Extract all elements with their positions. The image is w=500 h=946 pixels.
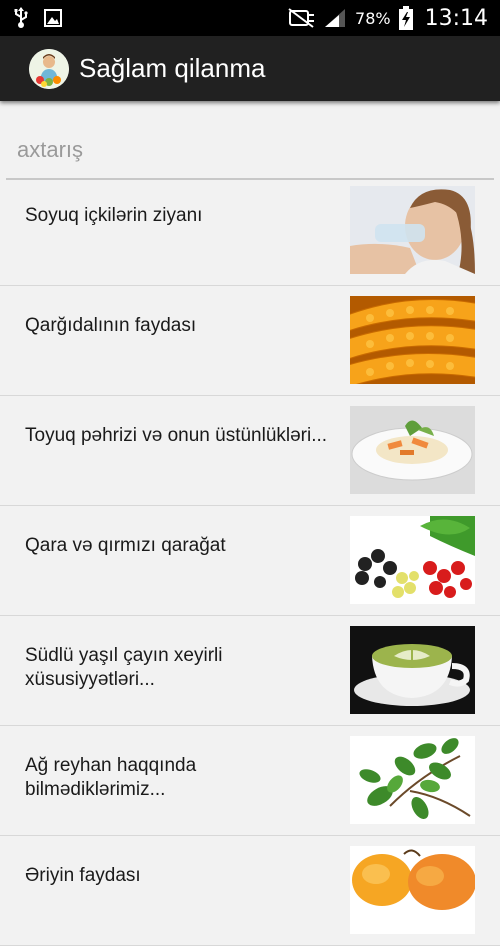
- status-bar: 78% 13:14: [0, 0, 500, 36]
- search-input[interactable]: [6, 122, 494, 178]
- article-list: Soyuq içkilərin ziyanı Qarğıdalının fayd…: [0, 176, 500, 946]
- list-item-title: Qara və qırmızı qarağat: [25, 535, 226, 556]
- app-title: Sağlam qilanma: [79, 53, 266, 83]
- list-item-image: [350, 736, 475, 824]
- list-item[interactable]: Qarğıdalının faydası: [0, 286, 500, 396]
- list-item[interactable]: Soyuq içkilərin ziyanı: [0, 176, 500, 286]
- list-item[interactable]: Ağ reyhan haqqında bilmədiklərimiz...: [0, 726, 500, 836]
- list-item[interactable]: Qara və qırmızı qarağat: [0, 506, 500, 616]
- battery-percent: 78%: [355, 8, 391, 28]
- list-item-image: [350, 296, 475, 384]
- list-item[interactable]: Əriyin faydası: [0, 836, 500, 946]
- list-item-title: Toyuq pəhrizi və onun üstünlükləri...: [25, 425, 328, 446]
- mute-icon: [287, 7, 315, 29]
- search-field[interactable]: [6, 122, 494, 180]
- image-icon: [44, 9, 62, 27]
- app-bar: Sağlam qilanma: [0, 36, 500, 101]
- list-item[interactable]: Toyuq pəhrizi və onun üstünlükləri...: [0, 396, 500, 506]
- list-item-title: Ağ reyhan haqqında bilmədiklərimiz...: [25, 755, 197, 800]
- list-item-image: [350, 406, 475, 494]
- list-item-image: [350, 516, 475, 604]
- list-item-title: Soyuq içkilərin ziyanı: [25, 205, 203, 226]
- list-item-image: [350, 626, 475, 714]
- list-item-image: [350, 846, 475, 934]
- clock: 13:14: [424, 5, 488, 31]
- list-item-title: Əriyin faydası: [25, 865, 141, 886]
- list-item-image: [350, 186, 475, 274]
- list-item-title: Qarğıdalının faydası: [25, 315, 197, 336]
- list-item-title: Südlü yaşıl çayın xeyirli xüsusiyyətləri…: [25, 645, 223, 690]
- usb-icon: [14, 7, 28, 29]
- app-logo-icon[interactable]: [29, 48, 69, 89]
- battery-charging-icon: [398, 6, 413, 30]
- list-item[interactable]: Südlü yaşıl çayın xeyirli xüsusiyyətləri…: [0, 616, 500, 726]
- signal-icon: [323, 7, 347, 29]
